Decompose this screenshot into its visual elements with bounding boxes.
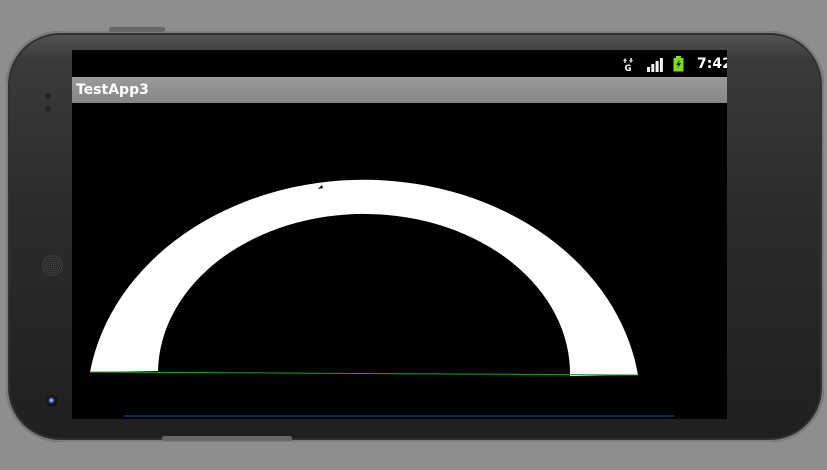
front-camera-icon — [46, 395, 58, 407]
green-baseline — [89, 371, 639, 376]
drawing-canvas — [89, 141, 674, 417]
arc-edge-notch — [240, 141, 243, 145]
sensor-dot — [45, 106, 51, 112]
battery-charging-icon — [673, 56, 684, 72]
android-emulator-frame: G 7:42 TestApp3 — [6, 27, 824, 442]
power-button — [162, 436, 292, 441]
sensor-dot — [45, 93, 51, 99]
status-bar: G 7:42 — [72, 50, 727, 77]
white-semicircle-arc — [90, 179, 638, 376]
app-title: TestApp3 — [76, 82, 149, 98]
device-screen: G 7:42 TestApp3 — [72, 50, 727, 419]
mobile-data-icon: G — [623, 58, 633, 72]
screenshot-page: G 7:42 TestApp3 — [0, 0, 827, 470]
status-time: 7:42 — [697, 56, 727, 72]
network-type-label: G — [625, 64, 632, 72]
signal-bars-icon — [647, 58, 663, 72]
app-title-bar: TestApp3 — [72, 77, 727, 103]
volume-button — [109, 27, 165, 32]
speaker-grille-icon — [43, 256, 62, 275]
